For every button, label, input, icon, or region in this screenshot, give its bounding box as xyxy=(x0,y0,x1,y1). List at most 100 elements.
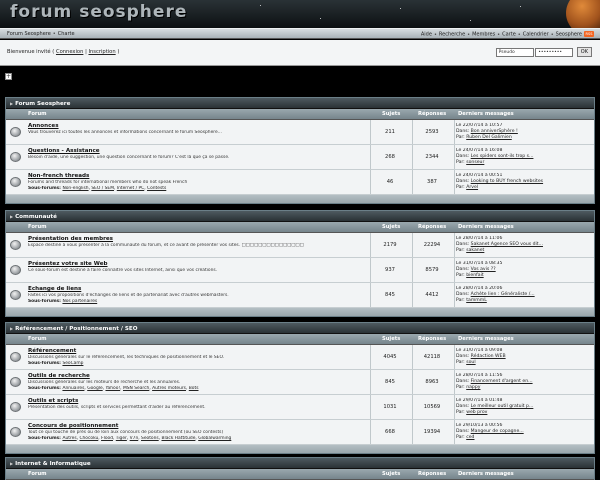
nav-link-membres[interactable]: Membres xyxy=(472,32,495,38)
in-label: Dans: xyxy=(456,267,471,273)
subforum-link[interactable]: Bots xyxy=(189,386,199,391)
forum-name-link[interactable]: Annonces xyxy=(28,123,358,129)
author-link[interactable]: soul xyxy=(466,360,475,365)
register-link[interactable]: Inscription xyxy=(88,49,115,55)
author-link[interactable]: sonseur xyxy=(466,160,484,165)
password-field[interactable]: ••••••••• xyxy=(535,47,574,57)
by-label: Par: xyxy=(456,435,467,441)
collapse-arrow-icon[interactable]: ▶ xyxy=(10,326,13,331)
in-label: Dans: xyxy=(456,129,471,135)
forum-info: Concours de positionnement Tout ce qui to… xyxy=(28,423,358,441)
subforum-link[interactable]: Nos partenaires xyxy=(62,299,97,304)
collapse-arrow-icon[interactable]: ▶ xyxy=(10,101,13,106)
last-topic-link[interactable]: Le meilleur outil gratuit p... xyxy=(471,404,534,409)
subforum-link[interactable]: Contests xyxy=(147,186,166,191)
subforum-link[interactable]: SEO / SEM xyxy=(91,186,114,191)
col-forum: Forum xyxy=(28,336,47,342)
nav-link-charte[interactable]: Charte xyxy=(58,31,75,37)
category-title[interactable]: ▶ Référencement / Positionnement / SEO xyxy=(6,323,594,334)
subforum-link[interactable]: Non-english xyxy=(62,186,88,191)
forum-description: Vous trouverez ici toutes les annonces e… xyxy=(28,130,222,135)
col-replies: Réponses xyxy=(418,224,447,230)
last-message-author: Par: web prov xyxy=(456,410,594,416)
subforum-link[interactable]: Flood xyxy=(101,436,113,441)
nav-separator: • xyxy=(497,31,501,38)
column-divider xyxy=(370,145,371,169)
rss-icon[interactable]: RSS xyxy=(584,31,594,37)
site-logo[interactable]: forum seosphere xyxy=(10,2,187,22)
forum-name-link[interactable]: Outils et scripts xyxy=(28,398,358,404)
forum-name-link[interactable]: Echange de liens xyxy=(28,286,358,292)
nav-link-seosphere[interactable]: Seosphere xyxy=(556,32,582,38)
author-link[interactable]: Ruben Del Galimien xyxy=(466,135,512,140)
last-message: Le 28/07/14 à 11:06 Dans: Sakanet Agence … xyxy=(456,236,594,255)
last-topic-link[interactable]: Sakanet Agence SEO vous dit... xyxy=(471,242,543,247)
subforum-link[interactable]: Seotons xyxy=(141,436,159,441)
nav-link-calendrier[interactable]: Calendrier xyxy=(523,32,549,38)
forum-name-link[interactable]: Outils de recherche xyxy=(28,373,358,379)
subforum-link[interactable]: Black Hattitude xyxy=(161,436,195,441)
login-ok-button[interactable]: OK xyxy=(576,47,592,57)
subforum-link[interactable]: Globalwarming xyxy=(198,436,231,441)
category-title[interactable]: ▶ Communauté xyxy=(6,211,594,222)
subforum-link[interactable]: MSN Search xyxy=(123,386,149,391)
author-link[interactable]: bienfait xyxy=(466,273,483,278)
author-link[interactable]: tammmL xyxy=(466,298,487,303)
replies-count: 2344 xyxy=(425,154,439,160)
author-link[interactable]: nappy xyxy=(466,385,480,390)
login-link[interactable]: Connexion xyxy=(56,49,83,55)
forum-info: Annonces Vous trouverez ici toutes les an… xyxy=(28,123,358,135)
last-topic-link[interactable]: Bon anniverSphère ! xyxy=(471,129,518,134)
author-link[interactable]: web prov xyxy=(466,410,487,415)
subforum-link[interactable]: Annuaires xyxy=(62,386,84,391)
forum-row: Annonces Vous trouverez ici toutes les an… xyxy=(6,120,594,145)
category-title[interactable]: ▶ Internet & Informatique xyxy=(6,458,594,469)
in-label: Dans: xyxy=(456,242,471,248)
in-label: Dans: xyxy=(456,429,471,435)
username-field[interactable]: Pseudo xyxy=(495,47,534,57)
subforum-link[interactable]: Google xyxy=(87,386,102,391)
last-topic-link[interactable]: Les spiders sont-ils trop s... xyxy=(471,154,534,159)
expand-all-icon[interactable]: + xyxy=(5,73,12,80)
replies-count: 10569 xyxy=(423,404,441,410)
last-topic-link[interactable]: Looking to BUY french websites xyxy=(471,179,543,184)
forum-name-link[interactable]: Présentez votre site Web xyxy=(28,261,358,267)
nav-link-recherche[interactable]: Recherche xyxy=(439,32,465,38)
forum-name-link[interactable]: Référencement xyxy=(28,348,358,354)
collapse-arrow-icon[interactable]: ▶ xyxy=(10,461,13,466)
last-topic-link[interactable]: Financement d'argent en... xyxy=(471,379,533,384)
forum-name-link[interactable]: Questions - Assistance xyxy=(28,148,358,154)
last-topic-link[interactable]: Achète lien : Généraliste /... xyxy=(471,292,535,297)
author-link[interactable]: ced xyxy=(466,435,474,440)
subforum-link[interactable]: Chocoku xyxy=(79,436,98,441)
author-link[interactable]: sakanet xyxy=(466,248,484,253)
last-topic-link[interactable]: Mangeur de copagne... xyxy=(471,429,524,434)
forum-info: Echange de liens Faites ici vos propositi… xyxy=(28,286,358,304)
replies-count: 19394 xyxy=(423,429,441,435)
forum-name-link[interactable]: Non-french threads xyxy=(28,173,358,179)
forum-row: Concours de positionnement Tout ce qui to… xyxy=(6,420,594,445)
category-title[interactable]: ▶ Forum Seosphere xyxy=(6,98,594,109)
subforum-link[interactable]: V7n xyxy=(130,436,139,441)
forum-status-icon xyxy=(10,402,21,412)
subforum-link[interactable]: Yahoo! xyxy=(105,386,120,391)
forum-name-link[interactable]: Présentation des membres xyxy=(28,236,358,242)
forum-info: Outils de recherche Discussions générales… xyxy=(28,373,358,391)
subforum-link[interactable]: Autres moteurs xyxy=(152,386,186,391)
author-link[interactable]: Arvel xyxy=(466,185,478,190)
column-divider xyxy=(454,395,455,419)
nav-link-carte[interactable]: Carte xyxy=(502,32,516,38)
subforums-list: Sous-forums: Autres, Chocoku, Flood, Tig… xyxy=(28,436,232,441)
forum-name-link[interactable]: Concours de positionnement xyxy=(28,423,358,429)
last-topic-link[interactable]: Rédaction WEB xyxy=(471,354,506,359)
nav-link-forum-seosphere[interactable]: Forum Seosphere xyxy=(7,31,51,37)
subforum-link[interactable]: SeoCamp xyxy=(62,361,83,366)
nav-link-aide[interactable]: Aide xyxy=(421,32,432,38)
subforum-link[interactable]: Tiger xyxy=(116,436,127,441)
column-divider xyxy=(454,120,455,144)
last-message-author: Par: nappy xyxy=(456,385,594,391)
collapse-arrow-icon[interactable]: ▶ xyxy=(10,214,13,219)
last-topic-link[interactable]: Vos avis ?? xyxy=(471,267,496,272)
subforum-link[interactable]: Autres xyxy=(62,436,76,441)
subforum-link[interactable]: Internet / PC xyxy=(117,186,144,191)
